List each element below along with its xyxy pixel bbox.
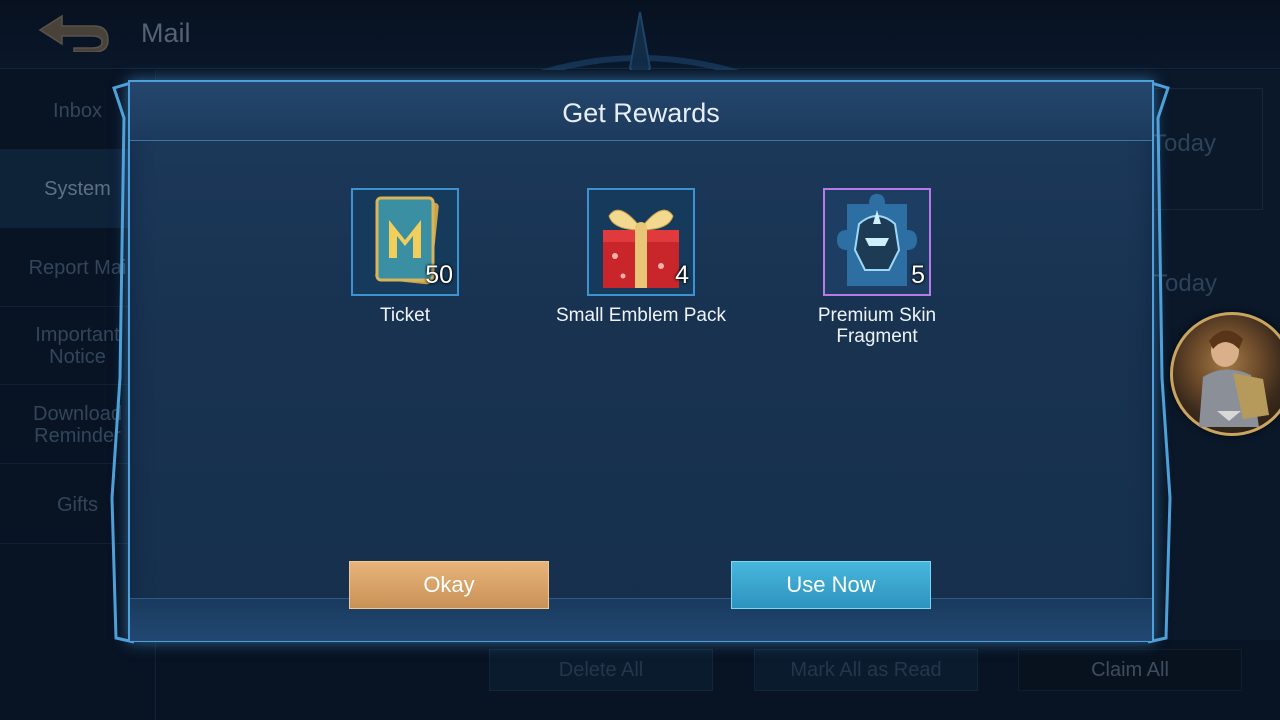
reward-item-premium-skin-fragment: 5 Premium Skin Fragment xyxy=(777,188,977,347)
reward-item-small-emblem-pack: 4 Small Emblem Pack xyxy=(541,188,741,326)
get-rewards-dialog: Get Rewards 50 Ticket 4 Small Emblem Pac… xyxy=(128,80,1154,642)
okay-button[interactable]: Okay xyxy=(349,561,549,609)
use-now-button[interactable]: Use Now xyxy=(731,561,931,609)
reward-name: Small Emblem Pack xyxy=(556,305,726,326)
reward-item-ticket: 50 Ticket xyxy=(305,188,505,326)
reward-icon-frame[interactable]: 5 xyxy=(823,188,931,296)
reward-count: 50 xyxy=(425,261,453,289)
reward-count: 5 xyxy=(911,261,925,289)
reward-icon-frame[interactable]: 4 xyxy=(587,188,695,296)
dialog-footer xyxy=(130,598,1152,641)
reward-name: Ticket xyxy=(380,305,430,326)
dialog-title: Get Rewards xyxy=(562,98,720,128)
hero-avatar[interactable] xyxy=(1170,312,1280,436)
hero-portrait-icon xyxy=(1199,330,1269,427)
reward-count: 4 xyxy=(675,261,689,289)
reward-name: Premium Skin Fragment xyxy=(817,305,937,347)
reward-icon-frame[interactable]: 50 xyxy=(351,188,459,296)
